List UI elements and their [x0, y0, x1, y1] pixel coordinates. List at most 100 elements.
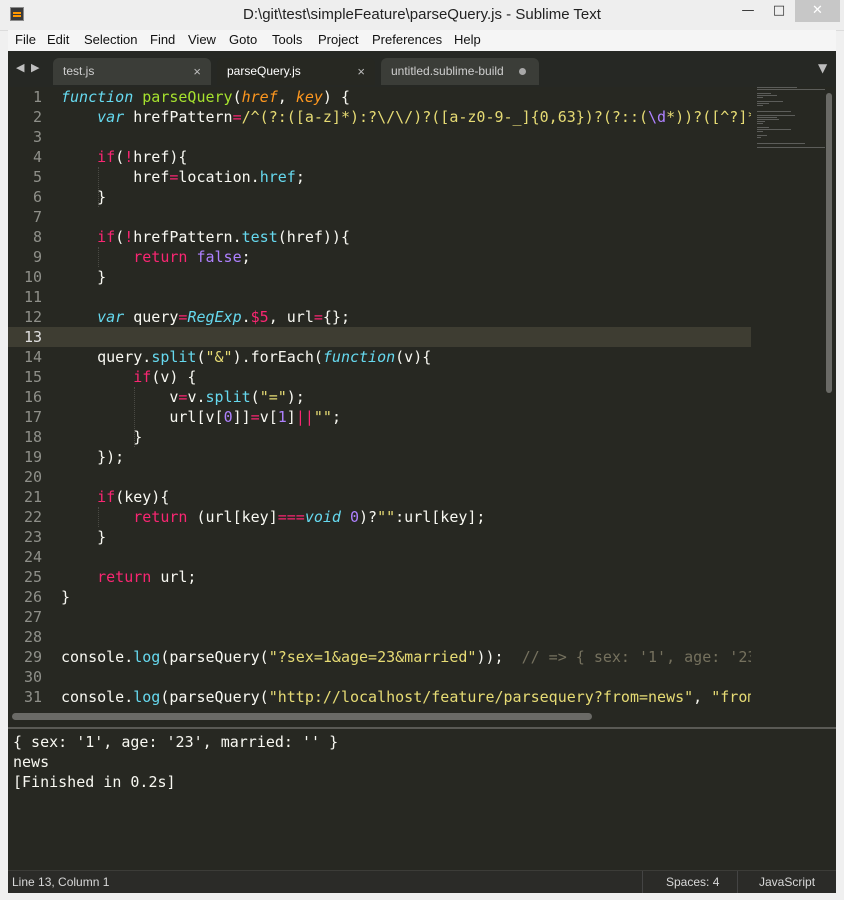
chevron-down-icon[interactable]: ▼: [818, 61, 827, 75]
code-line: function parseQuery(href, key) {: [61, 88, 350, 106]
minimap-line: [757, 135, 767, 136]
minimize-button[interactable]: —: [733, 0, 763, 22]
tab-bar: ◀ ▶ test.js × parseQuery.js × untitled.s…: [8, 51, 836, 87]
code-line: if(!href){: [97, 148, 188, 166]
title-bar: D:\git\test\simpleFeature\parseQuery.js …: [0, 0, 844, 31]
line-number: 20: [23, 468, 42, 486]
tab-label: parseQuery.js: [227, 64, 301, 78]
forward-arrow-icon[interactable]: ▶: [31, 61, 39, 74]
code-line: if(v) {: [133, 368, 197, 386]
code-line: return false;: [133, 248, 251, 266]
line-number: 12: [23, 308, 42, 326]
line-number: 2: [32, 108, 42, 126]
minimap-line: [757, 117, 777, 118]
code-line: });: [61, 448, 125, 466]
menu-edit[interactable]: Edit: [47, 32, 69, 47]
tab-parsequery-js[interactable]: parseQuery.js ×: [217, 58, 375, 85]
status-divider: [737, 871, 738, 893]
status-bar: Line 13, Column 1 Spaces: 4 JavaScript: [8, 870, 836, 893]
line-number: 13: [23, 328, 42, 346]
minimap-line: [757, 101, 783, 102]
minimap-line: [757, 95, 777, 96]
minimap-line: [757, 127, 769, 128]
cursor-position: Line 13, Column 1: [12, 875, 110, 889]
minimap-line: [757, 123, 763, 124]
menu-view[interactable]: View: [188, 32, 216, 47]
back-arrow-icon[interactable]: ◀: [16, 61, 24, 74]
line-number: 16: [23, 388, 42, 406]
code-line: }: [61, 268, 107, 286]
line-number: 15: [23, 368, 42, 386]
code-line: v=v.split("=");: [61, 388, 305, 406]
code-line: }: [61, 428, 143, 446]
close-icon[interactable]: ×: [357, 58, 365, 85]
minimap-line: [757, 131, 763, 132]
code-line: return url;: [97, 568, 197, 586]
code-line: var hrefPattern=/^(?:([a-z]*):?\/\/)?([a…: [97, 108, 751, 126]
line-number: 8: [32, 228, 42, 246]
output-line: { sex: '1', age: '23', married: '' }: [13, 733, 339, 751]
line-number-gutter: 1 2 3 4 5 6 7 8 9 10 11 12 13 14 15 16 17 18 19 20 21 22 23 24 2…: [8, 87, 52, 710]
minimap-line: [757, 137, 761, 138]
code-line: query.split("&").forEach(function(v){: [61, 348, 432, 366]
line-number: 29: [23, 648, 42, 666]
line-number: 10: [23, 268, 42, 286]
minimap[interactable]: [753, 87, 827, 710]
minimap-line: [757, 105, 763, 106]
unsaved-dot-icon[interactable]: [519, 68, 526, 75]
tab-untitled-sublime-build[interactable]: untitled.sublime-build: [381, 58, 539, 85]
menu-help[interactable]: Help: [454, 32, 481, 47]
minimap-line: [757, 143, 805, 144]
tab-test-js[interactable]: test.js ×: [53, 58, 211, 85]
output-line: news: [13, 753, 50, 771]
close-button[interactable]: ✕: [795, 0, 840, 22]
minimap-line: [757, 111, 791, 112]
code-line: console.log(parseQuery("http://localhost…: [61, 688, 751, 706]
code-line: }: [61, 528, 107, 546]
minimap-line: [757, 97, 763, 98]
code-line: console.log(parseQuery("?sex=1&age=23&ma…: [61, 648, 751, 666]
code-editor[interactable]: 1 2 3 4 5 6 7 8 9 10 11 12 13 14 15 16 17 18 19 20 21 22 23 24 2…: [8, 87, 836, 710]
code-line: var query=RegExp.$5, url={};: [97, 308, 350, 326]
menu-bar: File Edit Selection Find View Goto Tools…: [8, 30, 836, 51]
line-number: 17: [23, 408, 42, 426]
code-line: href=location.href;: [61, 168, 305, 186]
line-number: 5: [32, 168, 42, 186]
close-icon[interactable]: ×: [193, 58, 201, 85]
code-line: return (url[key]===void 0)?"":url[key];: [133, 508, 486, 526]
maximize-button[interactable]: □: [764, 0, 794, 22]
line-number: 9: [32, 248, 42, 266]
tab-label: untitled.sublime-build: [391, 64, 504, 78]
menu-file[interactable]: File: [15, 32, 36, 47]
menu-goto[interactable]: Goto: [229, 32, 257, 47]
line-number: 18: [23, 428, 42, 446]
line-number: 6: [32, 188, 42, 206]
line-number: 7: [32, 208, 42, 226]
menu-preferences[interactable]: Preferences: [372, 32, 442, 47]
line-number: 27: [23, 608, 42, 626]
minimap-line: [757, 119, 779, 120]
menu-project[interactable]: Project: [318, 32, 358, 47]
line-number: 26: [23, 588, 42, 606]
minimap-line: [757, 103, 769, 104]
menu-selection[interactable]: Selection: [84, 32, 137, 47]
horizontal-scrollbar-thumb[interactable]: [12, 713, 592, 720]
menu-find[interactable]: Find: [150, 32, 175, 47]
output-line: [Finished in 0.2s]: [13, 773, 176, 791]
code-area[interactable]: function parseQuery(href, key) { var hre…: [61, 87, 751, 710]
minimap-line: [757, 89, 827, 90]
vertical-scrollbar-thumb[interactable]: [826, 93, 832, 393]
tab-label: test.js: [63, 64, 95, 78]
status-divider: [642, 871, 643, 893]
build-output-panel: { sex: '1', age: '23', married: '' } new…: [8, 729, 836, 870]
minimap-line: [757, 129, 791, 130]
syntax-selector[interactable]: JavaScript: [759, 875, 815, 889]
line-number: 24: [23, 548, 42, 566]
code-line: }: [61, 188, 107, 206]
menu-tools[interactable]: Tools: [272, 32, 302, 47]
minimap-line: [757, 93, 771, 94]
line-number: 21: [23, 488, 42, 506]
indentation-setting[interactable]: Spaces: 4: [666, 875, 719, 889]
line-number: 30: [23, 668, 42, 686]
minimap-line: [757, 87, 797, 88]
